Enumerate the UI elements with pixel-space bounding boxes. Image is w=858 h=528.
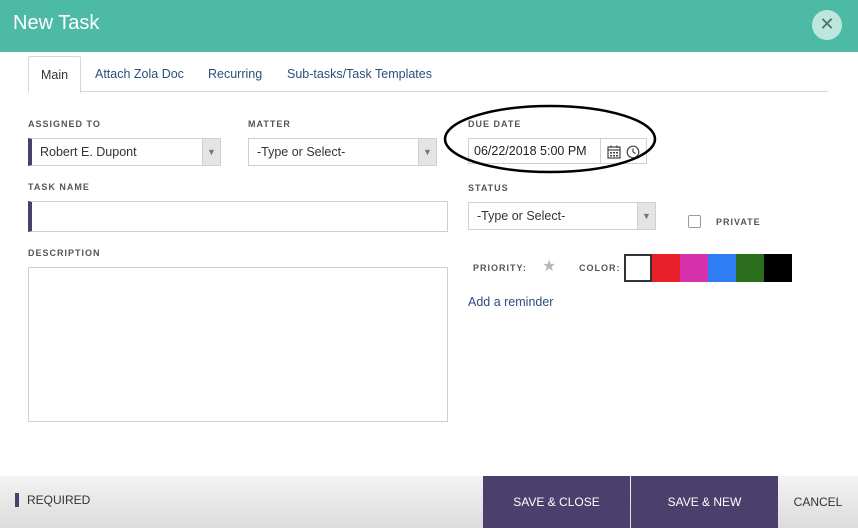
assigned-to-select[interactable]: Robert E. Dupont ▼	[28, 138, 221, 166]
matter-value: -Type or Select-	[257, 145, 346, 159]
private-label: PRIVATE	[716, 217, 761, 227]
color-swatch-red[interactable]	[652, 254, 680, 282]
dialog-header: New Task ✕	[0, 0, 858, 52]
color-swatch-blue[interactable]	[708, 254, 736, 282]
task-name-input[interactable]	[28, 201, 448, 232]
color-swatch-black[interactable]	[764, 254, 792, 282]
tab-main[interactable]: Main	[28, 56, 82, 93]
assigned-to-value: Robert E. Dupont	[40, 145, 137, 159]
priority-label: PRIORITY:	[473, 263, 527, 273]
color-label: COLOR:	[579, 263, 621, 273]
cancel-button[interactable]: CANCEL	[778, 476, 858, 528]
status-select[interactable]: -Type or Select- ▼	[468, 202, 656, 230]
highlight-ellipse	[443, 104, 657, 174]
required-label: REQUIRED	[27, 493, 91, 507]
status-label: STATUS	[468, 183, 509, 193]
chevron-down-icon: ▼	[202, 139, 220, 165]
color-swatch-green[interactable]	[736, 254, 764, 282]
add-reminder-link[interactable]: Add a reminder	[468, 295, 553, 309]
status-value: -Type or Select-	[477, 209, 566, 223]
required-marker	[15, 493, 19, 507]
tab-recurring[interactable]: Recurring	[208, 56, 262, 92]
save-close-button[interactable]: SAVE & CLOSE	[483, 476, 630, 528]
description-textarea[interactable]	[28, 267, 448, 422]
chevron-down-icon: ▼	[418, 139, 436, 165]
color-swatch-white[interactable]	[624, 254, 652, 282]
tab-attach-zola-doc[interactable]: Attach Zola Doc	[95, 56, 184, 92]
dialog-title: New Task	[13, 12, 100, 34]
color-swatch-magenta[interactable]	[680, 254, 708, 282]
close-icon: ✕	[819, 14, 835, 34]
task-name-label: TASK NAME	[28, 182, 90, 192]
tab-bar: Main Attach Zola Doc Recurring Sub-tasks…	[28, 56, 828, 93]
chevron-down-icon: ▼	[637, 203, 655, 229]
description-label: DESCRIPTION	[28, 248, 101, 258]
tab-subtasks-templates[interactable]: Sub-tasks/Task Templates	[287, 56, 432, 92]
matter-select[interactable]: -Type or Select- ▼	[248, 138, 437, 166]
close-button[interactable]: ✕	[812, 10, 842, 40]
save-new-button[interactable]: SAVE & NEW	[631, 476, 778, 528]
private-checkbox[interactable]	[688, 215, 701, 228]
dialog-footer: REQUIRED SAVE & CLOSE SAVE & NEW CANCEL	[0, 476, 858, 528]
star-icon[interactable]: ★	[542, 256, 556, 276]
assigned-to-label: ASSIGNED TO	[28, 119, 101, 129]
matter-label: MATTER	[248, 119, 291, 129]
